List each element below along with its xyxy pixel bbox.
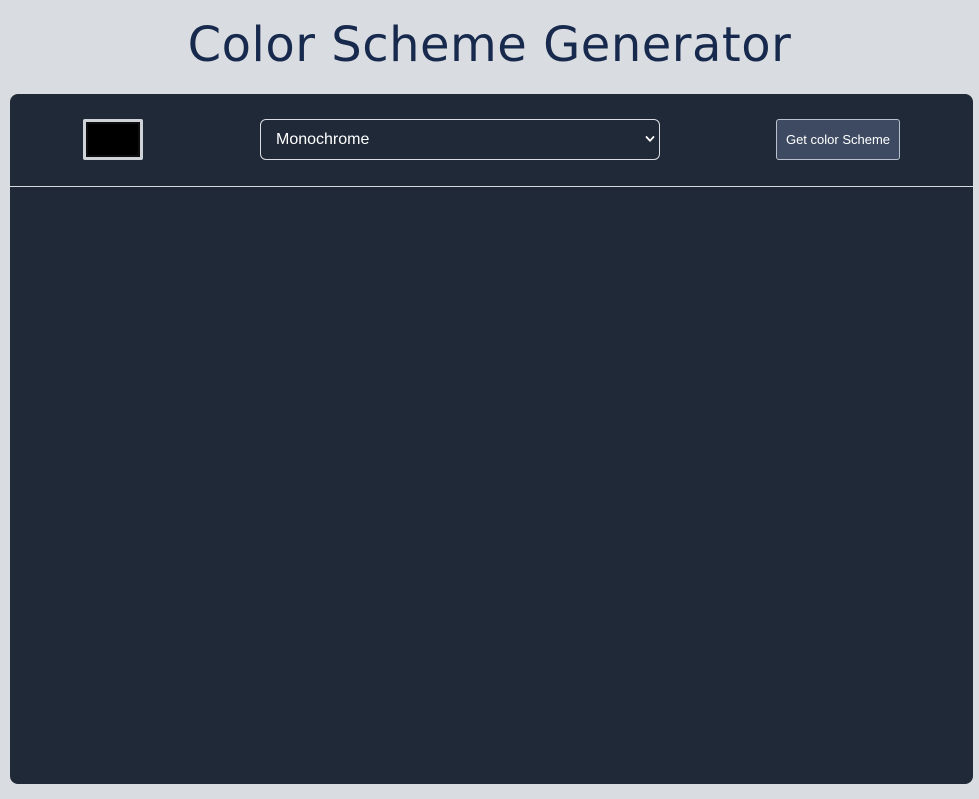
color-scheme-results: [10, 188, 973, 784]
scheme-mode-select[interactable]: Monochrome: [260, 119, 660, 160]
toolbar: Monochrome Get color Scheme: [10, 94, 973, 187]
chevron-down-icon: [645, 136, 655, 142]
page-title: Color Scheme Generator: [187, 17, 792, 73]
generator-panel: Monochrome Get color Scheme: [10, 94, 973, 784]
seed-color-fill: [88, 124, 138, 155]
scheme-mode-value: Monochrome: [276, 131, 370, 148]
seed-color-picker[interactable]: [83, 119, 143, 160]
get-color-scheme-button[interactable]: Get color Scheme: [776, 119, 900, 160]
